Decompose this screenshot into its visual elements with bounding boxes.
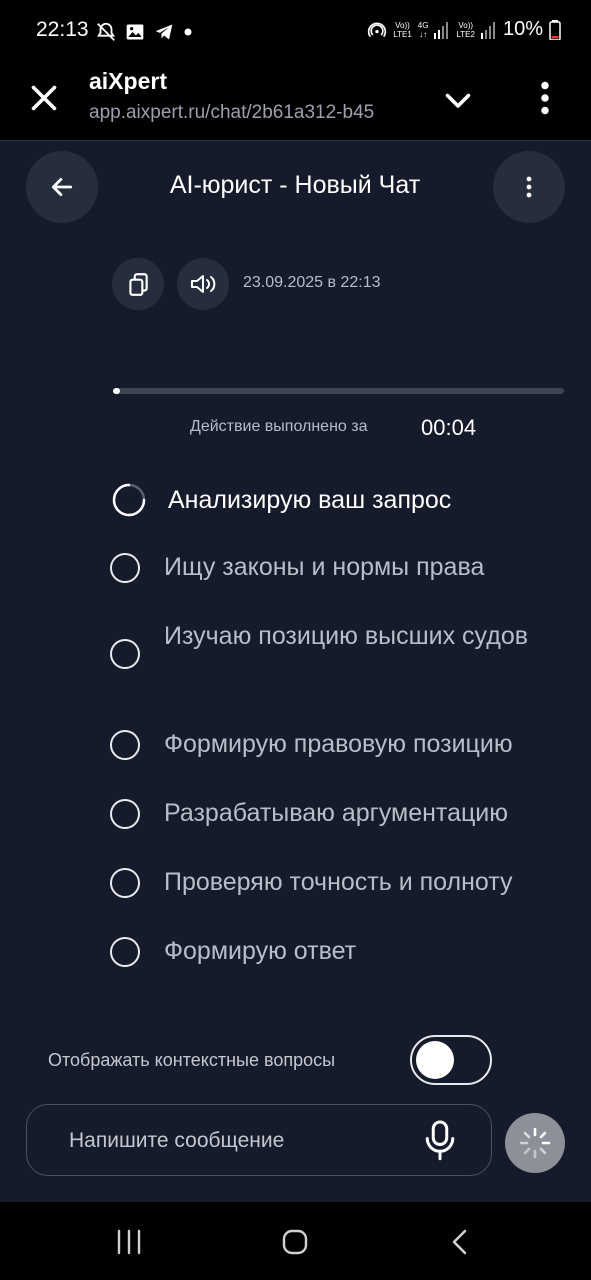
browser-toolbar: aiXpert app.aixpert.ru/chat/2b61a312-b45 bbox=[0, 62, 591, 140]
step-pending-icon bbox=[110, 553, 140, 583]
chat-page: AI-юрист - Новый Чат 23.09.2025 в 22:13 … bbox=[0, 140, 591, 1203]
progress-bar bbox=[113, 388, 564, 394]
step-item: Анализирую ваш запрос bbox=[110, 481, 570, 521]
back-nav-button[interactable] bbox=[440, 1222, 480, 1262]
step-label: Изучаю позицию высших судов bbox=[164, 622, 529, 650]
spinner-icon bbox=[112, 483, 146, 517]
more-vertical-icon[interactable] bbox=[530, 78, 560, 118]
home-button[interactable] bbox=[275, 1222, 315, 1262]
send-button[interactable] bbox=[505, 1113, 565, 1173]
toggle-knob bbox=[416, 1041, 454, 1079]
chevron-down-icon[interactable] bbox=[440, 82, 476, 118]
context-questions-label: Отображать контекстные вопросы bbox=[48, 1050, 336, 1070]
step-pending-icon bbox=[110, 730, 140, 760]
status-bar: 22:13 Vo)) LTE1 4G ↓↑ Vo)) LTE2 10% bbox=[0, 0, 591, 62]
network-type: 4G ↓↑ bbox=[417, 20, 429, 39]
loading-icon bbox=[519, 1127, 551, 1159]
step-item: Проверяю точность и полноту bbox=[110, 865, 570, 905]
battery-icon bbox=[549, 19, 561, 40]
home-icon bbox=[282, 1229, 308, 1255]
step-label: Разрабатываю аргументацию bbox=[164, 799, 509, 827]
status-time: 22:13 bbox=[36, 18, 89, 41]
step-label: Формирую ответ bbox=[164, 937, 357, 965]
sim1-label: Vo)) LTE1 bbox=[393, 20, 412, 39]
step-item: Изучаю позицию высших судов bbox=[110, 617, 570, 697]
recent-apps-button[interactable] bbox=[109, 1222, 149, 1262]
copy-button[interactable] bbox=[112, 258, 164, 310]
chevron-left-icon bbox=[452, 1229, 467, 1255]
speaker-icon bbox=[191, 275, 216, 293]
chat-menu-button[interactable] bbox=[493, 151, 565, 223]
system-navigation-bar bbox=[0, 1202, 591, 1280]
recent-apps-icon bbox=[117, 1229, 141, 1255]
notifications-off-icon bbox=[96, 22, 116, 41]
message-timestamp: 23.09.2025 в 22:13 bbox=[243, 274, 381, 291]
message-input[interactable] bbox=[67, 1123, 411, 1159]
page-title: AI-юрист - Новый Чат bbox=[169, 171, 421, 199]
progress-fill bbox=[113, 388, 120, 394]
signal2-icon bbox=[480, 21, 495, 39]
message-composer bbox=[26, 1104, 492, 1176]
step-label: Ищу законы и нормы права bbox=[164, 553, 485, 581]
elapsed-label: Действие выполнено за bbox=[190, 418, 368, 435]
arrow-left-icon bbox=[51, 178, 73, 196]
telegram-icon bbox=[155, 24, 173, 40]
sim2-label: Vo)) LTE2 bbox=[456, 20, 475, 39]
status-right-icons: Vo)) LTE1 4G ↓↑ Vo)) LTE2 10% bbox=[367, 18, 561, 41]
hotspot-icon bbox=[368, 22, 387, 37]
step-item: Формирую правовую позицию bbox=[110, 727, 570, 767]
step-label: Формирую правовую позицию bbox=[164, 730, 513, 758]
close-icon[interactable] bbox=[26, 80, 62, 116]
back-button[interactable] bbox=[26, 151, 98, 223]
step-label: Проверяю точность и полноту bbox=[164, 868, 513, 896]
step-item: Формирую ответ bbox=[110, 934, 570, 974]
browser-url[interactable]: app.aixpert.ru/chat/2b61a312-b45 bbox=[89, 102, 409, 124]
signal1-icon bbox=[434, 21, 449, 39]
context-questions-toggle[interactable] bbox=[410, 1035, 492, 1085]
speaker-button[interactable] bbox=[177, 258, 229, 310]
gallery-icon bbox=[126, 24, 144, 40]
copy-icon bbox=[129, 273, 148, 296]
step-pending-icon bbox=[110, 639, 140, 669]
step-pending-icon bbox=[110, 868, 140, 898]
elapsed-time: 00:04 bbox=[421, 415, 477, 440]
battery-percent: 10% bbox=[502, 18, 543, 40]
dot-icon bbox=[184, 28, 192, 36]
more-vertical-icon bbox=[526, 176, 532, 198]
step-item: Разрабатываю аргументацию bbox=[110, 796, 570, 836]
step-pending-icon bbox=[110, 937, 140, 967]
step-label: Анализирую ваш запрос bbox=[168, 486, 452, 514]
microphone-icon[interactable] bbox=[422, 1119, 458, 1161]
status-notification-icons bbox=[95, 20, 193, 44]
step-pending-icon bbox=[110, 799, 140, 829]
browser-page-title: aiXpert bbox=[89, 68, 167, 94]
step-item: Ищу законы и нормы права bbox=[110, 550, 570, 590]
